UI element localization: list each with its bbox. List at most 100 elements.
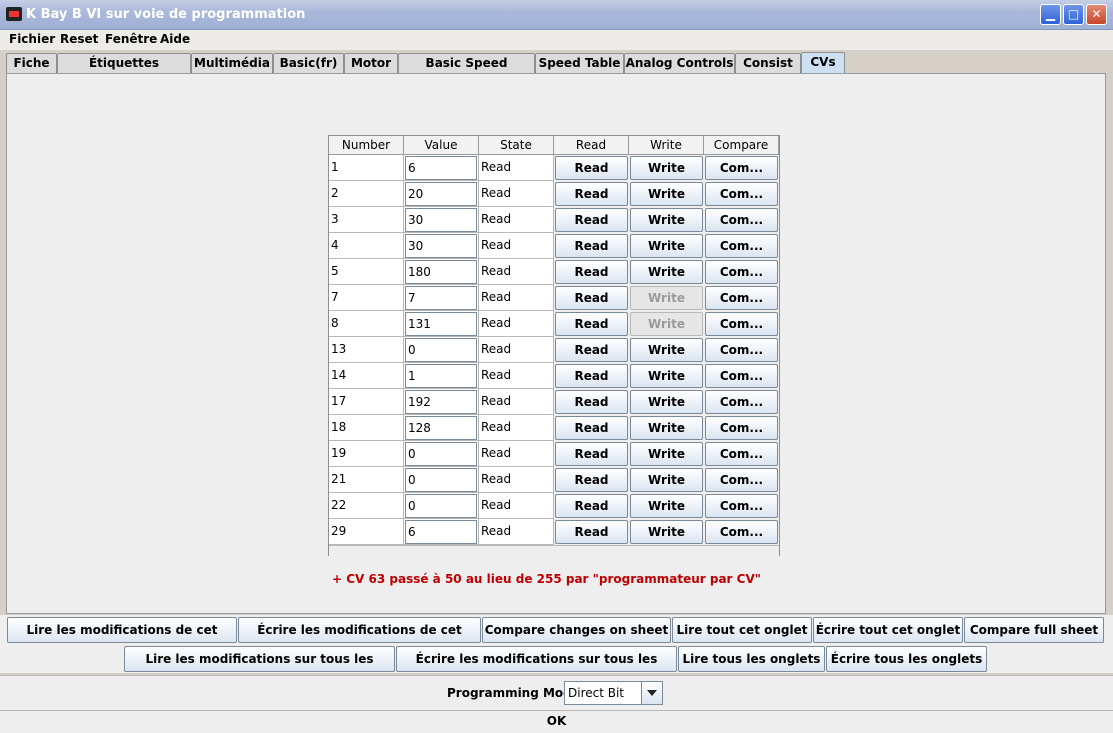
write-button[interactable]: Write <box>630 234 703 258</box>
compare-button[interactable]: Com... <box>705 260 778 284</box>
cv-value-field[interactable]: 6 <box>405 156 477 180</box>
col-header-state[interactable]: State <box>479 136 554 155</box>
write-changes-all-button[interactable]: Écrire les modifications sur tous les on… <box>396 646 677 690</box>
col-header-number[interactable]: Number <box>329 136 404 155</box>
read-button[interactable]: Read <box>555 260 628 284</box>
compare-button[interactable]: Com... <box>705 364 778 388</box>
cv-value-field[interactable]: 180 <box>405 260 477 284</box>
write-button[interactable]: Write <box>630 208 703 232</box>
compare-button[interactable]: Com... <box>705 390 778 414</box>
minimize-button[interactable]: ▁ <box>1040 4 1061 25</box>
write-changes-sheet-button[interactable]: Écrire les modifications de cet onglet <box>238 617 481 661</box>
write-button[interactable]: Write <box>630 520 703 544</box>
cv-state: Read <box>479 181 554 207</box>
read-button[interactable]: Read <box>555 234 628 258</box>
read-button[interactable]: Read <box>555 390 628 414</box>
write-button[interactable]: Write <box>630 416 703 440</box>
col-header-write[interactable]: Write <box>629 136 704 155</box>
cv-value-field[interactable]: 131 <box>405 312 477 336</box>
tab-consist[interactable]: Consist <box>735 53 801 73</box>
maximize-button[interactable]: □ <box>1063 4 1084 25</box>
cv-value-cell: 30 <box>404 207 479 233</box>
compare-button[interactable]: Com... <box>705 338 778 362</box>
menu-fichier[interactable]: Fichier <box>9 32 55 46</box>
compare-button[interactable]: Com... <box>705 416 778 440</box>
cv-state: Read <box>479 311 554 337</box>
compare-button[interactable]: Com... <box>705 442 778 466</box>
write-button[interactable]: Write <box>630 468 703 492</box>
cv-value-field[interactable]: 0 <box>405 468 477 492</box>
col-header-read[interactable]: Read <box>554 136 629 155</box>
read-full-sheet-button[interactable]: Lire tout cet onglet <box>672 617 812 643</box>
compare-button[interactable]: Com... <box>705 286 778 310</box>
cv-value-field[interactable]: 20 <box>405 182 477 206</box>
tab-speed-table[interactable]: Speed Table <box>535 53 624 73</box>
cv-value-field[interactable]: 0 <box>405 494 477 518</box>
write-button[interactable]: Write <box>630 312 703 336</box>
read-all-sheets-button[interactable]: Lire tous les onglets <box>678 646 825 672</box>
cv-value-field[interactable]: 1 <box>405 364 477 388</box>
write-button[interactable]: Write <box>630 286 703 310</box>
cv-value-field[interactable]: 0 <box>405 442 477 466</box>
read-button[interactable]: Read <box>555 156 628 180</box>
compare-full-sheet-button[interactable]: Compare full sheet <box>964 617 1104 643</box>
tab-basic-fr[interactable]: Basic(fr) <box>273 53 344 73</box>
write-button[interactable]: Write <box>630 494 703 518</box>
cv-value-field[interactable]: 30 <box>405 208 477 232</box>
write-all-sheets-button[interactable]: Écrire tous les onglets <box>826 646 987 672</box>
compare-button[interactable]: Com... <box>705 234 778 258</box>
read-button[interactable]: Read <box>555 468 628 492</box>
compare-button[interactable]: Com... <box>705 494 778 518</box>
cv-state: Read <box>479 415 554 441</box>
write-full-sheet-button[interactable]: Écrire tout cet onglet <box>813 617 963 643</box>
programming-mode-select[interactable]: Direct Bit <box>564 681 663 705</box>
col-header-compare[interactable]: Compare <box>704 136 779 155</box>
cv-value-field[interactable]: 30 <box>405 234 477 258</box>
write-button[interactable]: Write <box>630 182 703 206</box>
tab-multimedia[interactable]: Multimédia <box>191 53 273 73</box>
read-changes-all-button[interactable]: Lire les modifications sur tous les ongl… <box>124 646 395 690</box>
write-button[interactable]: Write <box>630 364 703 388</box>
read-button[interactable]: Read <box>555 520 628 544</box>
read-button[interactable]: Read <box>555 338 628 362</box>
compare-button[interactable]: Com... <box>705 520 778 544</box>
write-button[interactable]: Write <box>630 338 703 362</box>
tab-cvs[interactable]: CVs <box>801 52 845 74</box>
tab-analog-controls[interactable]: Analog Controls <box>624 53 735 73</box>
read-button[interactable]: Read <box>555 208 628 232</box>
cv-value-field[interactable]: 128 <box>405 416 477 440</box>
tab-basic-speed-control[interactable]: Basic Speed Control <box>398 53 535 88</box>
cv-value-field[interactable]: 192 <box>405 390 477 414</box>
read-button[interactable]: Read <box>555 312 628 336</box>
read-button[interactable]: Read <box>555 494 628 518</box>
read-button[interactable]: Read <box>555 286 628 310</box>
write-button[interactable]: Write <box>630 390 703 414</box>
chevron-down-icon[interactable] <box>641 682 662 704</box>
cv-number: 8 <box>329 311 404 337</box>
compare-button[interactable]: Com... <box>705 468 778 492</box>
read-button[interactable]: Read <box>555 416 628 440</box>
tab-motor[interactable]: Motor <box>344 53 398 73</box>
read-button[interactable]: Read <box>555 182 628 206</box>
menu-fenetre[interactable]: Fenêtre <box>105 32 157 46</box>
read-button[interactable]: Read <box>555 442 628 466</box>
write-button[interactable]: Write <box>630 156 703 180</box>
compare-button[interactable]: Com... <box>705 312 778 336</box>
compare-button[interactable]: Com... <box>705 208 778 232</box>
read-button[interactable]: Read <box>555 364 628 388</box>
compare-button[interactable]: Com... <box>705 156 778 180</box>
tab-etiquettes-fonctions[interactable]: Étiquettes fonctions <box>57 53 191 88</box>
compare-changes-sheet-button[interactable]: Compare changes on sheet <box>482 617 671 643</box>
write-button[interactable]: Write <box>630 260 703 284</box>
tab-fiche[interactable]: Fiche <box>6 53 57 73</box>
cv-value-field[interactable]: 0 <box>405 338 477 362</box>
col-header-value[interactable]: Value (Deci... <box>404 136 479 170</box>
menu-reset[interactable]: Reset <box>60 32 98 46</box>
compare-button[interactable]: Com... <box>705 182 778 206</box>
read-changes-sheet-button[interactable]: Lire les modifications de cet onglet <box>7 617 237 661</box>
menu-aide[interactable]: Aide <box>160 32 190 46</box>
write-button[interactable]: Write <box>630 442 703 466</box>
close-button[interactable]: ✕ <box>1086 4 1107 25</box>
cv-value-field[interactable]: 7 <box>405 286 477 310</box>
cv-value-field[interactable]: 6 <box>405 520 477 544</box>
